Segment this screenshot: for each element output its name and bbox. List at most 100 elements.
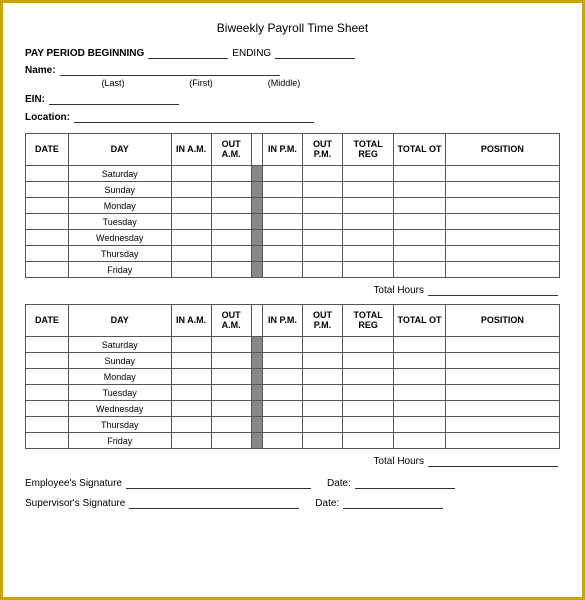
out-am-cell[interactable]: [211, 369, 251, 385]
position-cell[interactable]: [445, 353, 559, 369]
ending-field[interactable]: [275, 45, 355, 59]
in-pm-cell[interactable]: [262, 369, 302, 385]
position-cell[interactable]: [445, 262, 559, 278]
out-am-cell[interactable]: [211, 198, 251, 214]
date-cell[interactable]: [26, 246, 69, 262]
in-pm-cell[interactable]: [262, 182, 302, 198]
total-reg-cell[interactable]: [342, 385, 393, 401]
out-am-cell[interactable]: [211, 417, 251, 433]
in-am-cell[interactable]: [171, 401, 211, 417]
location-field[interactable]: [74, 109, 314, 123]
total-reg-cell[interactable]: [342, 337, 393, 353]
date-cell[interactable]: [26, 369, 69, 385]
out-pm-cell[interactable]: [302, 262, 342, 278]
out-pm-cell[interactable]: [302, 337, 342, 353]
out-am-cell[interactable]: [211, 182, 251, 198]
total-ot-cell[interactable]: [394, 337, 445, 353]
position-cell[interactable]: [445, 246, 559, 262]
in-pm-cell[interactable]: [262, 166, 302, 182]
total-reg-cell[interactable]: [342, 198, 393, 214]
total-ot-cell[interactable]: [394, 230, 445, 246]
out-pm-cell[interactable]: [302, 198, 342, 214]
total-reg-cell[interactable]: [342, 230, 393, 246]
in-pm-cell[interactable]: [262, 353, 302, 369]
position-cell[interactable]: [445, 230, 559, 246]
total-ot-cell[interactable]: [394, 401, 445, 417]
in-pm-cell[interactable]: [262, 214, 302, 230]
in-pm-cell[interactable]: [262, 337, 302, 353]
total-reg-cell[interactable]: [342, 401, 393, 417]
position-cell[interactable]: [445, 198, 559, 214]
total-hours-field-1[interactable]: [428, 282, 558, 296]
total-ot-cell[interactable]: [394, 433, 445, 449]
out-pm-cell[interactable]: [302, 246, 342, 262]
position-cell[interactable]: [445, 433, 559, 449]
in-am-cell[interactable]: [171, 182, 211, 198]
position-cell[interactable]: [445, 417, 559, 433]
in-am-cell[interactable]: [171, 337, 211, 353]
total-reg-cell[interactable]: [342, 214, 393, 230]
total-ot-cell[interactable]: [394, 182, 445, 198]
in-am-cell[interactable]: [171, 262, 211, 278]
in-pm-cell[interactable]: [262, 401, 302, 417]
total-reg-cell[interactable]: [342, 262, 393, 278]
in-am-cell[interactable]: [171, 214, 211, 230]
out-am-cell[interactable]: [211, 337, 251, 353]
out-am-cell[interactable]: [211, 401, 251, 417]
employee-date-field[interactable]: [355, 475, 455, 489]
in-am-cell[interactable]: [171, 433, 211, 449]
out-pm-cell[interactable]: [302, 385, 342, 401]
in-pm-cell[interactable]: [262, 433, 302, 449]
position-cell[interactable]: [445, 401, 559, 417]
total-reg-cell[interactable]: [342, 417, 393, 433]
out-pm-cell[interactable]: [302, 401, 342, 417]
out-pm-cell[interactable]: [302, 353, 342, 369]
date-cell[interactable]: [26, 262, 69, 278]
date-cell[interactable]: [26, 214, 69, 230]
total-ot-cell[interactable]: [394, 385, 445, 401]
out-am-cell[interactable]: [211, 385, 251, 401]
employee-sig-field[interactable]: [126, 475, 311, 489]
ein-field[interactable]: [49, 91, 179, 105]
total-ot-cell[interactable]: [394, 166, 445, 182]
in-pm-cell[interactable]: [262, 262, 302, 278]
out-pm-cell[interactable]: [302, 433, 342, 449]
in-am-cell[interactable]: [171, 385, 211, 401]
position-cell[interactable]: [445, 182, 559, 198]
total-reg-cell[interactable]: [342, 246, 393, 262]
date-cell[interactable]: [26, 353, 69, 369]
out-am-cell[interactable]: [211, 230, 251, 246]
out-pm-cell[interactable]: [302, 230, 342, 246]
total-ot-cell[interactable]: [394, 214, 445, 230]
total-reg-cell[interactable]: [342, 369, 393, 385]
in-pm-cell[interactable]: [262, 385, 302, 401]
position-cell[interactable]: [445, 369, 559, 385]
in-am-cell[interactable]: [171, 353, 211, 369]
in-pm-cell[interactable]: [262, 417, 302, 433]
in-am-cell[interactable]: [171, 369, 211, 385]
date-cell[interactable]: [26, 230, 69, 246]
out-am-cell[interactable]: [211, 166, 251, 182]
supervisor-sig-field[interactable]: [129, 495, 299, 509]
name-field[interactable]: [60, 62, 280, 76]
total-ot-cell[interactable]: [394, 417, 445, 433]
pay-period-beginning-field[interactable]: [148, 45, 228, 59]
total-ot-cell[interactable]: [394, 369, 445, 385]
out-pm-cell[interactable]: [302, 214, 342, 230]
position-cell[interactable]: [445, 337, 559, 353]
out-am-cell[interactable]: [211, 353, 251, 369]
position-cell[interactable]: [445, 214, 559, 230]
total-reg-cell[interactable]: [342, 353, 393, 369]
out-pm-cell[interactable]: [302, 166, 342, 182]
in-am-cell[interactable]: [171, 198, 211, 214]
total-ot-cell[interactable]: [394, 246, 445, 262]
in-am-cell[interactable]: [171, 230, 211, 246]
position-cell[interactable]: [445, 166, 559, 182]
date-cell[interactable]: [26, 182, 69, 198]
out-pm-cell[interactable]: [302, 369, 342, 385]
out-am-cell[interactable]: [211, 262, 251, 278]
date-cell[interactable]: [26, 337, 69, 353]
date-cell[interactable]: [26, 166, 69, 182]
in-am-cell[interactable]: [171, 417, 211, 433]
supervisor-date-field[interactable]: [343, 495, 443, 509]
